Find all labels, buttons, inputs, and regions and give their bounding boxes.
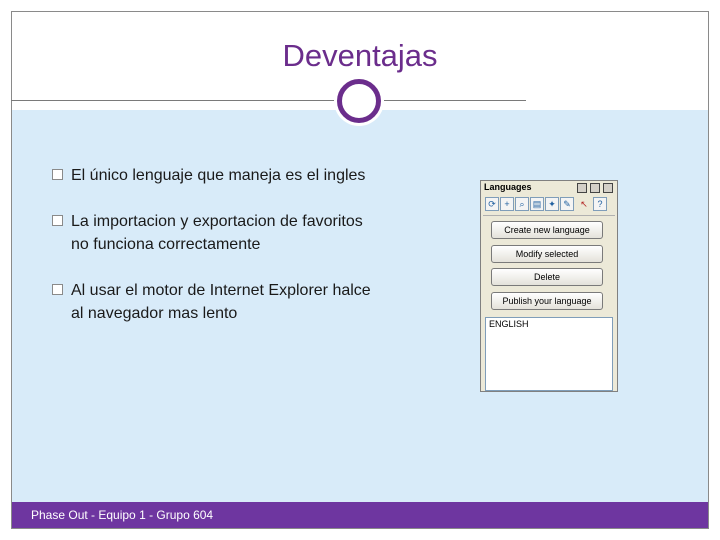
circle-ornament-icon bbox=[337, 79, 381, 123]
list-item[interactable]: ENGLISH bbox=[489, 319, 529, 329]
refresh-icon[interactable]: ⟳ bbox=[485, 197, 499, 211]
save-icon[interactable]: ▤ bbox=[530, 197, 544, 211]
toolbar-divider bbox=[483, 215, 615, 216]
languages-title: Languages bbox=[484, 182, 532, 192]
languages-toolbar: ⟳ + ⌕ ▤ ✦ ✎ ↖ ? bbox=[483, 196, 615, 214]
close-icon[interactable] bbox=[603, 183, 613, 193]
slide-title: Deventajas bbox=[282, 38, 438, 73]
bullet-square-icon bbox=[52, 215, 63, 226]
bullet-item: Al usar el motor de Internet Explorer ha… bbox=[50, 279, 380, 325]
bullet-item: El único lenguaje que maneja es el ingle… bbox=[50, 164, 380, 187]
edit-icon[interactable]: ✎ bbox=[560, 197, 574, 211]
settings-icon[interactable]: ✦ bbox=[545, 197, 559, 211]
bullet-square-icon bbox=[52, 284, 63, 295]
bullet-text: Al usar el motor de Internet Explorer ha… bbox=[71, 282, 371, 322]
bullet-text: La importacion y exportacion de favorito… bbox=[71, 213, 363, 253]
publish-language-button[interactable]: Publish your language bbox=[491, 292, 603, 310]
title-divider-left bbox=[11, 100, 336, 101]
help-icon[interactable]: ? bbox=[593, 197, 607, 211]
maximize-icon[interactable] bbox=[590, 183, 600, 193]
create-language-button[interactable]: Create new language bbox=[491, 221, 603, 239]
bullet-square-icon bbox=[52, 169, 63, 180]
languages-titlebar: Languages bbox=[481, 181, 617, 195]
bullet-list: El único lenguaje que maneja es el ingle… bbox=[50, 164, 380, 348]
cursor-icon: ↖ bbox=[580, 199, 588, 209]
title-divider-right bbox=[384, 100, 526, 101]
delete-button[interactable]: Delete bbox=[491, 268, 603, 286]
bullet-text: El único lenguaje que maneja es el ingle… bbox=[71, 167, 366, 184]
minimize-icon[interactable] bbox=[577, 183, 587, 193]
search-icon[interactable]: ⌕ bbox=[515, 197, 529, 211]
footer-text: Phase Out - Equipo 1 - Grupo 604 bbox=[31, 508, 214, 522]
language-list[interactable]: ENGLISH bbox=[485, 317, 613, 391]
bullet-item: La importacion y exportacion de favorito… bbox=[50, 210, 380, 256]
languages-window-screenshot: Languages ⟳ + ⌕ ▤ ✦ ✎ ↖ ? Create new lan… bbox=[480, 180, 618, 392]
modify-selected-button[interactable]: Modify selected bbox=[491, 245, 603, 263]
add-icon[interactable]: + bbox=[500, 197, 514, 211]
